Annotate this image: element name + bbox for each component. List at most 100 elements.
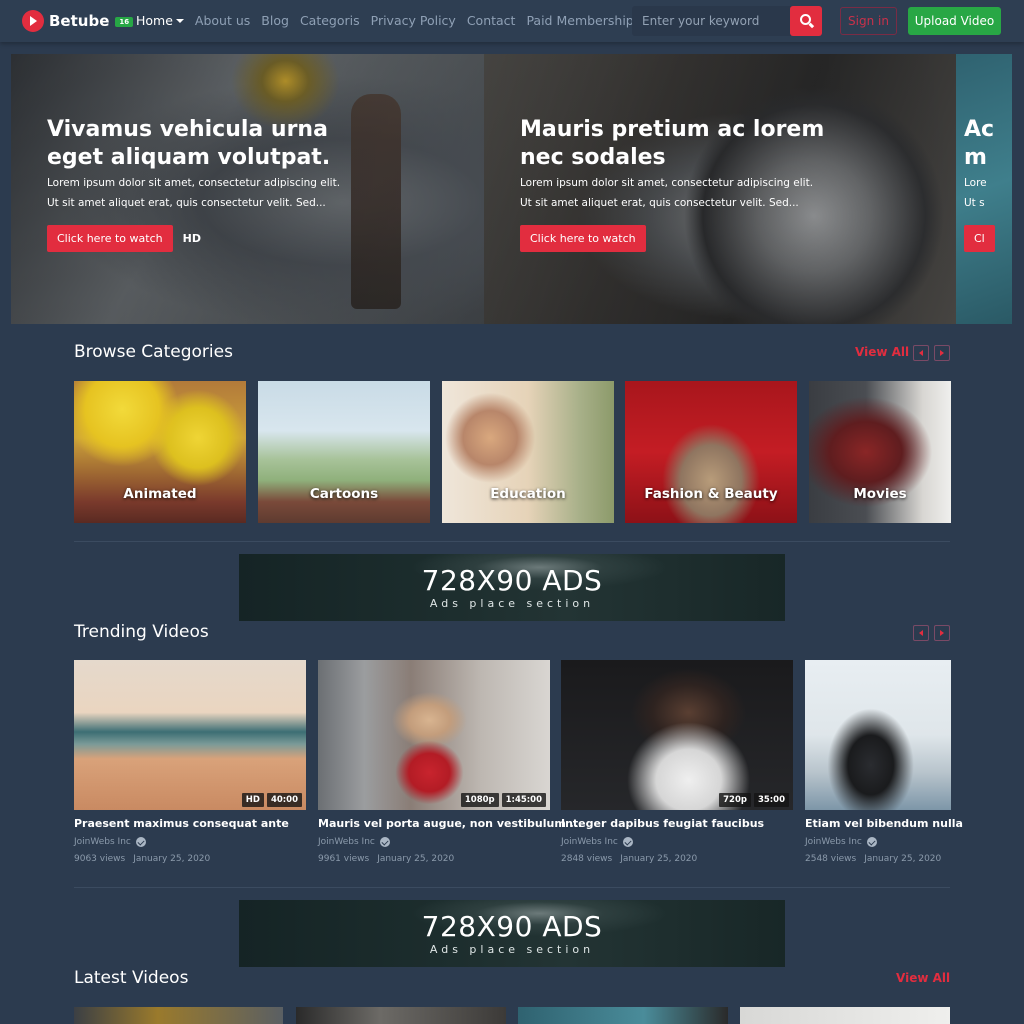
category-card-animated[interactable]: Animated — [74, 381, 246, 523]
watch-button[interactable]: Click here to watch — [520, 225, 646, 252]
video-meta: 9063 views January 25, 2020 — [74, 854, 306, 864]
video-card[interactable]: HD 40:00 Praesent maximus consequat ante… — [74, 660, 306, 864]
trending-next-button[interactable] — [934, 625, 950, 641]
latest-title: Latest Videos — [74, 968, 189, 988]
video-thumbnail[interactable]: 1080p 1:45:00 — [318, 660, 550, 810]
nav-categories[interactable]: Categoris — [300, 13, 360, 28]
category-card-cartoons[interactable]: Cartoons — [258, 381, 430, 523]
hero-slide[interactable]: Vivamus vehicula urna eget aliquam volut… — [11, 54, 484, 324]
video-date: January 25, 2020 — [864, 854, 942, 864]
nav-about[interactable]: About us — [195, 13, 250, 28]
duration-badge: 40:00 — [266, 793, 302, 807]
video-card[interactable]: Etiam vel bibendum nulla JoinWebs Inc 25… — [805, 660, 1024, 864]
slide-title: Vivamus vehicula urna eget aliquam volut… — [47, 117, 331, 170]
video-date: January 25, 2020 — [133, 854, 211, 864]
category-card-movies[interactable]: Movies — [809, 381, 951, 523]
caret-down-icon — [175, 19, 184, 23]
category-card-fashion-beauty[interactable]: Fashion & Beauty — [625, 381, 797, 523]
categories-view-all-link[interactable]: View All — [855, 345, 909, 359]
slide-actions: Click here to watch HD — [47, 225, 377, 252]
category-label: Fashion & Beauty — [644, 486, 778, 502]
video-thumbnail[interactable] — [518, 1007, 728, 1024]
video-title[interactable]: Praesent maximus consequat ante — [74, 817, 306, 830]
ad-banner[interactable]: 728X90 ADS Ads place section — [239, 900, 785, 967]
search-input[interactable] — [632, 6, 790, 36]
sign-in-button[interactable]: Sign in — [840, 7, 897, 35]
video-channel: JoinWebs Inc — [561, 837, 793, 847]
video-thumbnail[interactable]: 720p 35:00 — [561, 660, 793, 810]
nav-blog[interactable]: Blog — [261, 13, 289, 28]
chevron-left-icon — [919, 350, 923, 356]
video-channel: JoinWebs Inc — [805, 837, 1024, 847]
channel-name[interactable]: JoinWebs Inc — [805, 837, 862, 847]
slide-text: Ut sit amet aliquet erat, quis consectet… — [47, 197, 326, 209]
categories-prev-button[interactable] — [913, 345, 929, 361]
video-badges: HD 40:00 — [239, 793, 302, 807]
latest-view-all-link[interactable]: View All — [896, 971, 950, 985]
video-thumbnail[interactable] — [296, 1007, 506, 1024]
category-card-education[interactable]: Education — [442, 381, 614, 523]
chevron-right-icon — [940, 350, 944, 356]
nav-paid-membership[interactable]: Paid Membership — [526, 13, 645, 28]
section-divider — [74, 887, 950, 888]
slide-actions: Click here to watch — [520, 225, 850, 252]
nav-home[interactable]: Home — [136, 13, 184, 28]
video-card[interactable]: 720p 35:00 Integer dapibus feugiat fauci… — [561, 660, 793, 864]
slide-title: Ac m — [964, 116, 1012, 172]
nav-menu: Home About us Blog Categoris Privacy Pol… — [136, 13, 656, 28]
nav-paid-membership-label: Paid Membership — [526, 13, 634, 28]
trending-videos-carousel: HD 40:00 Praesent maximus consequat ante… — [74, 660, 963, 870]
slide-actions: Cl — [964, 225, 1012, 252]
video-badges: 720p 35:00 — [716, 793, 789, 807]
channel-name[interactable]: JoinWebs Inc — [74, 837, 131, 847]
video-title[interactable]: Mauris vel porta augue, non vestibulum .… — [318, 817, 582, 830]
channel-name[interactable]: JoinWebs Inc — [561, 837, 618, 847]
channel-name[interactable]: JoinWebs Inc — [318, 837, 375, 847]
hero-slide[interactable]: Mauris pretium ac lorem nec sodales Lore… — [484, 54, 956, 324]
trending-prev-button[interactable] — [913, 625, 929, 641]
slide-text: Lorem ipsum dolor sit amet, consectetur … — [47, 177, 341, 189]
video-channel: JoinWebs Inc — [318, 837, 550, 847]
video-thumbnail[interactable]: HD 40:00 — [74, 660, 306, 810]
video-title[interactable]: Etiam vel bibendum nulla — [805, 817, 1024, 830]
upload-video-button[interactable]: Upload Video — [908, 7, 1001, 35]
quality-badge: 720p — [719, 793, 751, 807]
slide-content: Mauris pretium ac lorem nec sodales Lore… — [520, 116, 850, 252]
duration-badge: 35:00 — [753, 793, 789, 807]
slide-title-text: Ac m — [964, 117, 995, 170]
chevron-left-icon — [919, 630, 923, 636]
watch-button[interactable]: Cl — [964, 225, 995, 252]
quality-badge: HD — [241, 793, 264, 807]
video-date: January 25, 2020 — [620, 854, 698, 864]
video-meta: 2548 views January 25, 2020 — [805, 854, 1024, 864]
watch-button[interactable]: Click here to watch — [47, 225, 173, 252]
video-views: 2848 views — [561, 854, 613, 864]
video-badges: 1080p 1:45:00 — [458, 793, 546, 807]
category-label: Education — [490, 486, 566, 502]
video-thumbnail[interactable] — [74, 1007, 283, 1024]
nav-privacy[interactable]: Privacy Policy — [371, 13, 456, 28]
trending-title: Trending Videos — [74, 622, 209, 642]
nav-contact[interactable]: Contact — [467, 13, 516, 28]
video-card[interactable]: 1080p 1:45:00 Mauris vel porta augue, no… — [318, 660, 582, 864]
section-divider — [74, 541, 950, 542]
quality-badge: 1080p — [460, 793, 499, 807]
chevron-right-icon — [940, 630, 944, 636]
search-button[interactable] — [790, 6, 822, 36]
slide-content: Ac m Lore Ut s Cl — [964, 116, 1012, 252]
slide-content: Vivamus vehicula urna eget aliquam volut… — [47, 116, 377, 252]
verified-icon — [135, 837, 146, 847]
search-form — [632, 6, 822, 36]
hero-slide[interactable]: Ac m Lore Ut s Cl — [956, 54, 1012, 324]
category-label: Cartoons — [309, 486, 379, 502]
brand[interactable]: Betube 16 — [22, 10, 134, 32]
brand-name: Betube — [49, 12, 110, 30]
ad-banner[interactable]: 728X90 ADS Ads place section — [239, 554, 785, 621]
video-views: 2548 views — [805, 854, 857, 864]
video-thumbnail[interactable] — [805, 660, 951, 810]
video-title[interactable]: Integer dapibus feugiat faucibus — [561, 817, 793, 830]
categories-next-button[interactable] — [934, 345, 950, 361]
version-badge: 16 — [115, 17, 134, 27]
video-thumbnail[interactable] — [740, 1007, 950, 1024]
category-label: Animated — [123, 486, 197, 502]
